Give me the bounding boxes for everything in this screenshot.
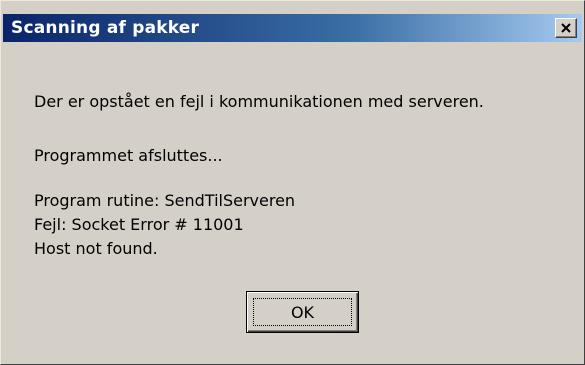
dialog-title: Scanning af pakker	[11, 18, 200, 38]
error-detail: Fejl: Socket Error # 11001	[34, 215, 244, 234]
close-button[interactable]	[555, 18, 577, 38]
ok-button-label: OK	[290, 302, 315, 322]
closing-notice: Programmet afsluttes...	[34, 146, 223, 165]
dialog-titlebar[interactable]: Scanning af pakker	[3, 14, 582, 42]
ok-button[interactable]: OK	[246, 291, 359, 333]
error-message: Der er opstået en fejl i kommunikationen…	[34, 92, 484, 111]
close-icon	[561, 23, 571, 33]
error-dialog: Scanning af pakker Der er opstået en fej…	[0, 0, 585, 365]
program-routine: Program rutine: SendTilServeren	[34, 191, 296, 210]
error-description: Host not found.	[34, 239, 158, 258]
